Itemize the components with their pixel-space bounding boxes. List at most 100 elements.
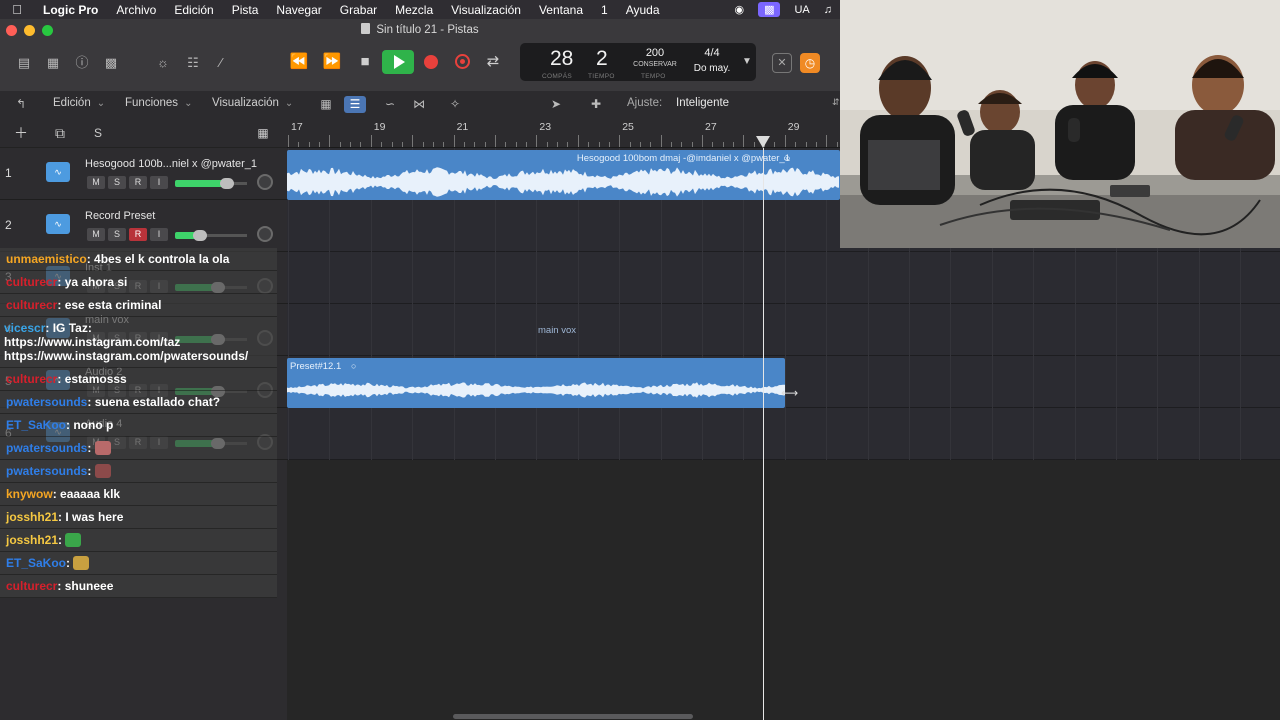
fast-forward-icon[interactable]: ⏩ bbox=[318, 51, 346, 73]
record-button[interactable] bbox=[424, 55, 438, 69]
quick-help-icon[interactable]: ⓘ bbox=[71, 54, 93, 72]
chat-username[interactable]: culturecr bbox=[6, 298, 57, 312]
lcd-tempo-caption: TEMPO bbox=[641, 73, 666, 80]
chat-text: : shuneee bbox=[57, 579, 114, 593]
mute-button[interactable]: M bbox=[87, 176, 105, 189]
chat-username[interactable]: culturecr bbox=[6, 275, 57, 289]
menu-edicion[interactable]: Edición bbox=[165, 3, 222, 17]
chat-emote-icon bbox=[65, 533, 82, 547]
menu-ayuda[interactable]: Ayuda bbox=[617, 3, 669, 17]
solo-button[interactable]: S bbox=[108, 176, 126, 189]
audio-region-preset[interactable]: Preset#12.1 ○ bbox=[287, 358, 785, 408]
menu-visualizacion[interactable]: Visualización bbox=[442, 3, 530, 17]
lcd-chevron-down-icon[interactable]: ▼ bbox=[742, 56, 752, 67]
ruler-tick bbox=[412, 135, 414, 147]
chat-username[interactable]: culturecr bbox=[6, 579, 57, 593]
audio-region-beat[interactable]: Hesogood 100bom dmaj -@imdaniel x @pwate… bbox=[287, 150, 840, 200]
bar-ruler[interactable]: 17 19 21 23 25 27 29 bbox=[287, 118, 859, 148]
ruler-tick bbox=[339, 142, 341, 147]
add-track-icon[interactable]: ＋ bbox=[10, 125, 32, 141]
duplicate-track-icon[interactable]: ⧉ bbox=[49, 125, 71, 141]
apple-menu-icon[interactable]:  bbox=[0, 2, 34, 17]
track-folder-icon[interactable]: ▦ bbox=[252, 125, 274, 141]
horizontal-scrollbar[interactable] bbox=[453, 714, 693, 719]
menu-app[interactable]: Logic Pro bbox=[34, 3, 107, 17]
music-note-icon[interactable]: ♫ bbox=[824, 4, 832, 16]
lcd-display[interactable]: 28 2 COMPÁS TIEMPO 200 CONSERVAR TEMPO 4… bbox=[520, 43, 756, 81]
smart-controls-icon[interactable]: ☼ bbox=[152, 54, 174, 72]
status-ua[interactable]: UA bbox=[794, 4, 809, 16]
chat-username[interactable]: vicescr bbox=[4, 321, 45, 335]
track-header-1[interactable]: 1 ∿ Hesogood 100b...niel x @pwater_1 M S R I bbox=[0, 148, 287, 200]
mixer-icon[interactable]: ☷ bbox=[182, 54, 204, 72]
chat-username[interactable]: ET_SaKoo bbox=[6, 418, 66, 432]
volume-fader[interactable] bbox=[175, 230, 247, 241]
menu-ventana[interactable]: Ventana bbox=[530, 3, 592, 17]
solo-button[interactable]: S bbox=[108, 228, 126, 241]
list-view-icon[interactable]: ☰ bbox=[344, 96, 366, 113]
ajuste-chevron-icon[interactable]: ⇵ bbox=[832, 97, 840, 108]
mute-button[interactable]: M bbox=[87, 228, 105, 241]
track-name[interactable]: Record Preset bbox=[85, 210, 155, 222]
track-lane[interactable] bbox=[287, 304, 1280, 356]
metronome-icon[interactable]: ◷ bbox=[800, 53, 820, 73]
chat-username[interactable]: pwatersounds bbox=[6, 464, 87, 478]
screen-share-icon[interactable]: ▩ bbox=[758, 2, 781, 17]
marquee-tool-icon[interactable]: ✚ bbox=[585, 96, 607, 113]
global-solo-button[interactable]: S bbox=[87, 125, 109, 141]
menu-archivo[interactable]: Archivo bbox=[107, 3, 165, 17]
menu-mezcla[interactable]: Mezcla bbox=[386, 3, 442, 17]
record-enable-button[interactable]: R bbox=[129, 228, 147, 241]
pan-knob[interactable] bbox=[257, 226, 273, 242]
chat-username[interactable]: culturecr bbox=[6, 372, 57, 386]
chat-username[interactable]: ET_SaKoo bbox=[6, 556, 66, 570]
chat-username[interactable]: knywow bbox=[6, 487, 53, 501]
visualizacion-menu[interactable]: Visualización bbox=[212, 97, 293, 109]
toolbar-icon[interactable]: ▩ bbox=[100, 54, 122, 72]
track-lane[interactable] bbox=[287, 252, 1280, 304]
chat-text: : nono p bbox=[66, 418, 114, 432]
flex-icon[interactable]: ⋈ bbox=[408, 96, 430, 113]
waveform-preset bbox=[287, 382, 785, 398]
ruler-bar-label: 17 bbox=[291, 121, 303, 133]
chat-message: pwatersounds: bbox=[0, 437, 277, 460]
chat-username[interactable]: pwatersounds bbox=[6, 441, 87, 455]
menu-navegar[interactable]: Navegar bbox=[267, 3, 330, 17]
play-button[interactable] bbox=[382, 50, 414, 74]
chat-username[interactable]: josshh21 bbox=[6, 533, 58, 547]
volume-fader[interactable] bbox=[175, 178, 247, 189]
input-monitor-button[interactable]: I bbox=[150, 176, 168, 189]
pointer-tool-icon[interactable]: ➤ bbox=[545, 96, 567, 113]
menu-grabar[interactable]: Grabar bbox=[331, 3, 386, 17]
funciones-menu[interactable]: Funciones bbox=[125, 97, 192, 109]
automation-icon[interactable]: ∽ bbox=[379, 96, 401, 113]
library-icon[interactable]: ▤ bbox=[13, 54, 35, 72]
count-in-icon[interactable]: ✕ bbox=[772, 53, 792, 73]
menu-pista[interactable]: Pista bbox=[223, 3, 268, 17]
track-name[interactable]: Hesogood 100b...niel x @pwater_1 bbox=[85, 158, 257, 170]
track-header-2[interactable]: 2 ∿ Record Preset M S R I bbox=[0, 200, 287, 252]
ruler-tick bbox=[350, 142, 352, 147]
fader-handle[interactable] bbox=[219, 178, 234, 189]
grid-view-icon[interactable]: ▦ bbox=[315, 96, 337, 113]
editors-icon[interactable]: ∕ bbox=[210, 54, 232, 72]
chat-username[interactable]: josshh21 bbox=[6, 510, 58, 524]
input-monitor-button[interactable]: I bbox=[150, 228, 168, 241]
fader-handle[interactable] bbox=[193, 230, 208, 241]
chat-username[interactable]: pwatersounds bbox=[6, 395, 87, 409]
chat-username[interactable]: unmaemistico bbox=[6, 252, 87, 266]
pan-knob[interactable] bbox=[257, 174, 273, 190]
menu-1[interactable]: 1 bbox=[592, 3, 617, 17]
catch-icon[interactable]: ✧ bbox=[444, 96, 466, 113]
cycle-icon[interactable]: ⇄ bbox=[479, 51, 507, 73]
edicion-menu[interactable]: Edición bbox=[53, 97, 105, 109]
rewind-icon[interactable]: ⏪ bbox=[285, 51, 313, 73]
discord-icon[interactable]: ◉ bbox=[734, 3, 744, 16]
replace-record-button[interactable] bbox=[455, 54, 470, 69]
stop-icon[interactable]: ■ bbox=[351, 51, 379, 73]
inspector-icon[interactable]: ▦ bbox=[42, 54, 64, 72]
ajuste-select[interactable]: Inteligente bbox=[676, 97, 729, 109]
back-arrow-icon[interactable]: ↰ bbox=[10, 96, 32, 113]
track-lane[interactable] bbox=[287, 408, 1280, 460]
record-enable-button[interactable]: R bbox=[129, 176, 147, 189]
